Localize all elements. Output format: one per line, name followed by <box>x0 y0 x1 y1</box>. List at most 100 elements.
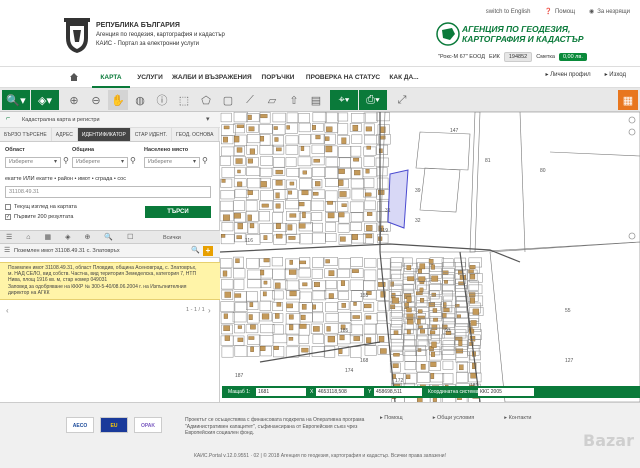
nav-item-map[interactable]: КАРТА <box>92 67 130 88</box>
search-tool-button[interactable]: 🔍▾ <box>2 90 30 110</box>
select-all-label[interactable]: Всички <box>163 231 181 245</box>
select-button[interactable]: ⬚ <box>174 90 194 110</box>
footer-logos: AECO EU OPAK <box>66 417 162 433</box>
profile-link[interactable]: ▸ Личен профил <box>545 71 590 78</box>
building <box>275 180 283 186</box>
tab-quick-search[interactable]: БЪРЗО ТЪРСЕНЕ <box>0 128 52 141</box>
checkbox-icon <box>5 204 11 210</box>
building <box>442 313 447 318</box>
measure-line-button[interactable]: ⟋ <box>240 90 260 110</box>
building <box>327 212 335 219</box>
building <box>259 136 265 142</box>
settlement-pin-icon[interactable]: ⚲ <box>202 156 208 165</box>
zoom-out-button[interactable]: ⊖ <box>86 90 106 110</box>
scale-input[interactable]: 1681 <box>256 388 306 396</box>
select-all-icon[interactable]: ☐ <box>127 231 133 245</box>
nav-item-services[interactable]: УСЛУГИ <box>132 67 168 88</box>
location-tool-button[interactable]: ⌖▾ <box>330 90 358 110</box>
table-icon[interactable]: ▦ <box>45 231 52 245</box>
print-tool-button[interactable]: ⎙▾ <box>359 90 387 110</box>
fullscreen-button[interactable]: ⤢ <box>392 90 412 110</box>
draw-button[interactable]: ▢ <box>218 90 238 110</box>
pan-button[interactable]: ✋ <box>108 90 128 110</box>
parcel-number-label: 116 <box>245 238 253 244</box>
full-extent-button[interactable]: ◍ <box>130 90 150 110</box>
result-card[interactable]: Поземлен имот 31108.49.31, област Пловди… <box>0 262 220 300</box>
footer-help-link[interactable]: ▸ Помощ <box>380 415 403 421</box>
building <box>312 125 316 130</box>
parcel-number-label: 80 <box>540 168 546 174</box>
search-button[interactable]: ТЪРСИ <box>145 206 211 218</box>
coat-of-arms-icon <box>64 18 90 53</box>
identifier-input[interactable]: 31108.49.31 <box>5 186 211 198</box>
home-icon[interactable]: ⌂ <box>26 231 30 245</box>
tab-address[interactable]: АДРЕС <box>52 128 78 141</box>
crs-select[interactable]: ККС 2005 <box>478 388 534 396</box>
add-result-button[interactable]: + <box>203 246 213 256</box>
parcel-number-label: 168 <box>360 358 369 364</box>
list-icon[interactable]: ☰ <box>6 231 12 245</box>
settlement-select[interactable]: Изберете <box>144 157 200 168</box>
building <box>237 337 244 342</box>
tab-geodetic-base[interactable]: ГЕОД. ОСНОВА <box>172 128 219 141</box>
region-select[interactable]: Изберете <box>5 157 61 168</box>
main-nav: КАРТА УСЛУГИ ЖАЛБИ И ВЪЗРАЖЕНИЯ ПОРЪЧКИ … <box>0 66 640 88</box>
prev-page-icon[interactable]: ‹ <box>6 306 9 315</box>
footer-contacts-link[interactable]: ▸ Контакти <box>504 415 531 421</box>
municipality-select[interactable]: Изберете <box>72 157 128 168</box>
logout-link[interactable]: ▸ Изход <box>605 71 626 78</box>
building <box>328 293 334 299</box>
next-page-icon[interactable]: › <box>208 306 211 315</box>
layers-icon[interactable]: ◈ <box>65 231 70 245</box>
layers-tool-button[interactable]: ◈▾ <box>31 90 59 110</box>
results-tools: ☰ ⌂ ▦ ◈ ⊕ 🔍 ☐ <box>6 231 133 245</box>
building <box>300 146 305 151</box>
footer-terms-link[interactable]: ▸ Общи условия <box>433 415 475 421</box>
help-link[interactable]: ❓ Помощ <box>544 8 575 16</box>
building <box>327 336 335 343</box>
building <box>313 191 319 196</box>
result-header[interactable]: Поземлен имот 31108.49.31 с. Златовръх <box>0 244 220 258</box>
nav-item-complaints[interactable]: ЖАЛБИ И ВЪЗРАЖЕНИЯ <box>172 67 252 88</box>
building <box>261 313 270 320</box>
first-200-checkbox[interactable]: ✓ Първите 200 резултата <box>5 214 73 220</box>
tab-identifier[interactable]: ИДЕНТИФИКАТОР <box>77 128 131 141</box>
menu-icon[interactable]: ☰ <box>4 246 10 254</box>
building <box>406 374 411 380</box>
zoom-in-button[interactable]: ⊕ <box>64 90 84 110</box>
current-view-checkbox[interactable]: Текущ изглед на картата <box>5 204 77 210</box>
building <box>224 335 230 341</box>
nav-item-orders[interactable]: ПОРЪЧКИ <box>258 67 298 88</box>
building <box>352 315 360 319</box>
building <box>313 326 320 332</box>
search-icon[interactable]: 🔍 <box>104 231 113 245</box>
nav-item-how-to[interactable]: КАК ДА... <box>388 67 420 88</box>
language-link[interactable]: switch to English <box>486 8 531 15</box>
layer-select[interactable]: Кадастрална карта и регистри <box>0 112 220 128</box>
identify-button[interactable]: ⓘ <box>152 90 172 110</box>
side-panel-button[interactable]: ▦ <box>618 90 638 110</box>
measure-area-button[interactable]: ⬠ <box>196 90 216 110</box>
tab-old-identifier[interactable]: СТАР ИДЕНТ. <box>131 128 173 141</box>
nav-user-links: ▸ Личен профил ▸ Изход <box>545 71 626 78</box>
building <box>365 168 370 174</box>
highlighted-parcel[interactable] <box>387 169 409 229</box>
top-links: switch to English ❓ Помощ ◉ За незрящи <box>486 8 630 16</box>
map-canvas[interactable]: 1478180323139119116155168172176180174181… <box>220 112 640 402</box>
bookmark-button[interactable]: ▤ <box>306 90 326 110</box>
home-icon[interactable] <box>64 67 84 88</box>
erase-button[interactable]: ▱ <box>262 90 282 110</box>
cadastral-map[interactable]: 1478180323139119116155168172176180174181… <box>220 112 640 402</box>
eik-label: ЕИК <box>489 54 500 60</box>
municipality-pin-icon[interactable]: ⚲ <box>130 156 136 165</box>
building <box>250 346 254 352</box>
building <box>235 258 240 264</box>
footer: AECO EU OPAK Проектът се осъществява с ф… <box>0 402 640 468</box>
accessibility-link[interactable]: ◉ За незрящи <box>589 8 630 16</box>
zoom-in-icon[interactable]: ⊕ <box>85 231 91 245</box>
nav-item-status-check[interactable]: ПРОВЕРКА НА СТАТУС <box>304 67 382 88</box>
building <box>339 335 345 341</box>
search-result-icon[interactable]: 🔍 <box>191 246 200 254</box>
upload-button[interactable]: ⇧ <box>284 90 304 110</box>
region-pin-icon[interactable]: ⚲ <box>63 156 69 165</box>
